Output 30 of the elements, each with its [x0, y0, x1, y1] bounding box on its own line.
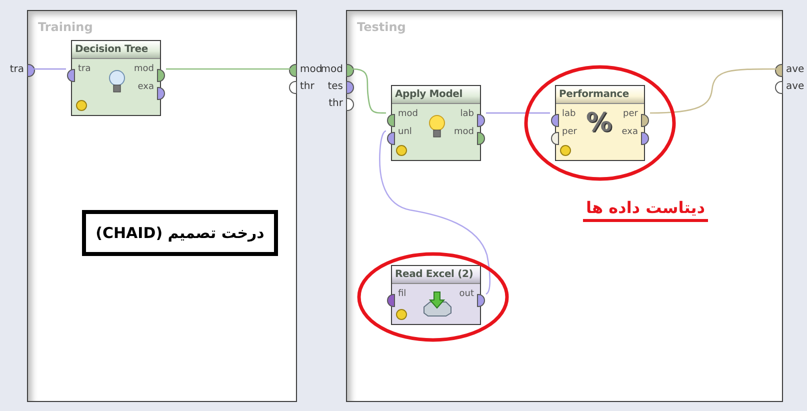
port-label: exa [138, 81, 154, 94]
operator-title: Decision Tree [72, 41, 160, 59]
port-label: mod [300, 63, 322, 76]
port-label: per [562, 126, 577, 139]
port-label: mod [320, 63, 343, 76]
port-label: unl [398, 126, 412, 139]
operator-title: Apply Model [392, 86, 480, 104]
port-label: out [459, 288, 474, 301]
port-label: tes [328, 80, 343, 93]
port-label: lab [460, 108, 474, 121]
port-label: thr [300, 80, 314, 93]
port-label: tra [10, 63, 24, 76]
port-label: lab [562, 108, 576, 121]
port-label: mod [134, 63, 154, 76]
port-label: ave [786, 80, 804, 93]
port-label: tra [78, 63, 91, 76]
port-label: ave [786, 63, 804, 76]
port-label: per [623, 108, 638, 121]
port-label: mod [398, 108, 418, 121]
percent-symbol: % [586, 108, 612, 138]
port-label: mod [454, 126, 474, 139]
port-label: thr [328, 97, 343, 110]
panel-title: Testing [357, 20, 406, 34]
annotation-label: دیتاست داده ها [583, 198, 708, 222]
annotation-label: درخت تصمیم (CHAID) [82, 210, 278, 256]
port-label: fil [398, 288, 406, 301]
panel-title: Training [38, 20, 93, 34]
operator-title: Performance [556, 86, 644, 104]
operator-title: Read Excel (2) [392, 266, 480, 284]
port-label: exa [622, 126, 638, 139]
